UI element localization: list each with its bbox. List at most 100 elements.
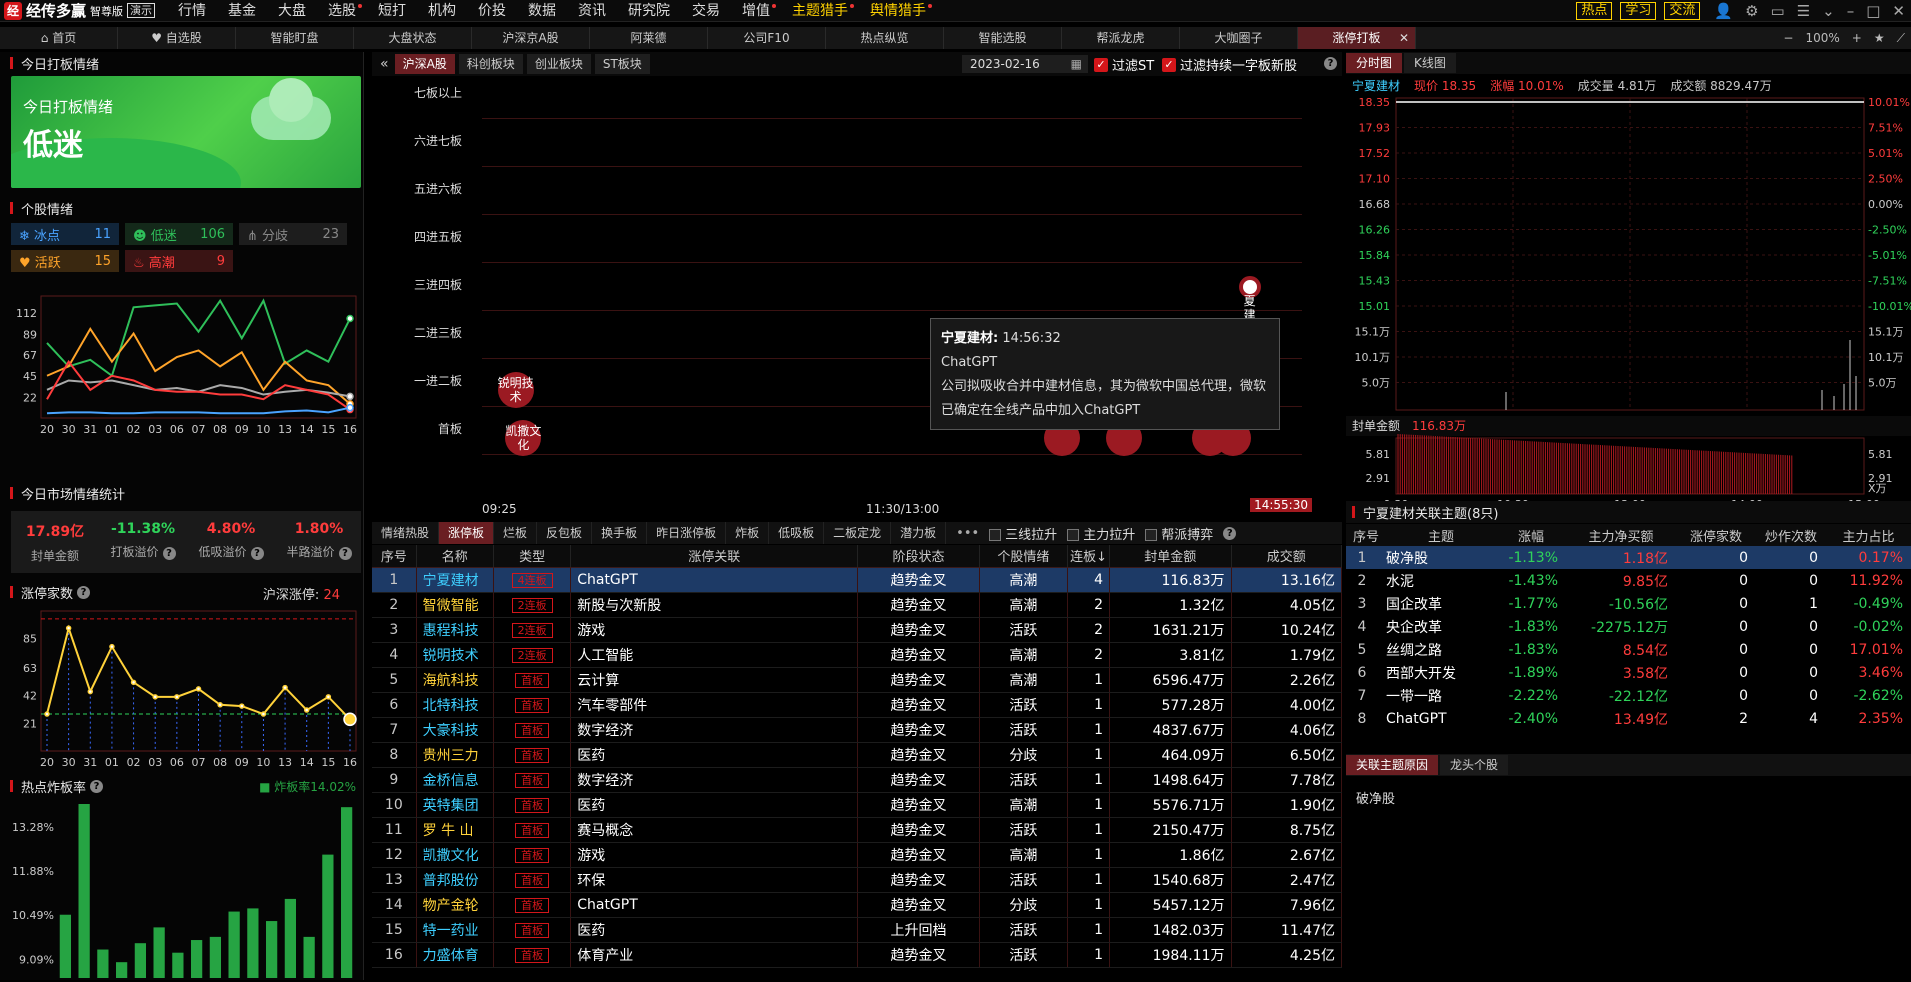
tab-gang-dragon[interactable]: 帮派龙虎 bbox=[1062, 27, 1180, 49]
maximize-icon[interactable]: □ bbox=[1866, 2, 1880, 20]
minus-icon[interactable]: − bbox=[1783, 31, 1793, 45]
menu-item-10[interactable]: 交易 bbox=[681, 0, 731, 22]
related-row[interactable]: 5 丝绸之路 -1.83% 8.54亿 0 0 17.01% bbox=[1346, 638, 1911, 661]
related-column-header[interactable]: 主题 bbox=[1386, 524, 1496, 546]
tab-st[interactable]: ST板块 bbox=[594, 54, 650, 74]
column-header[interactable]: 阶段状态 bbox=[857, 545, 980, 568]
tab-broken-board[interactable]: 炸板 bbox=[726, 522, 770, 544]
pin-icon[interactable]: ⟋ bbox=[1897, 31, 1905, 46]
help-icon[interactable]: ? bbox=[90, 779, 104, 793]
related-row[interactable]: 2 水泥 -1.43% 9.85亿 0 0 11.92% bbox=[1346, 569, 1911, 592]
menu-item-6[interactable]: 价投 bbox=[467, 0, 517, 22]
tab-watchlist[interactable]: ♥ 自选股 bbox=[118, 27, 236, 49]
exchange-button[interactable]: 交流 bbox=[1664, 2, 1701, 20]
help-icon[interactable]: ? bbox=[77, 585, 91, 599]
table-row[interactable]: 6 北特科技 首板 汽车零部件 趋势金叉 活跃 1 577.28万 4.00亿 bbox=[372, 692, 1342, 718]
tab-hs-a[interactable]: 沪深A股 bbox=[394, 54, 455, 74]
menu-item-1[interactable]: 基金 bbox=[217, 0, 267, 22]
tab-a-shares[interactable]: 沪深京A股 bbox=[472, 27, 590, 49]
related-column-header[interactable]: 主力净买额 bbox=[1566, 524, 1676, 546]
filter-new-checkbox[interactable]: ✓ 过滤持续一字板新股 bbox=[1162, 55, 1297, 74]
plus-icon[interactable]: + bbox=[1852, 31, 1862, 45]
column-header[interactable]: 类型 bbox=[493, 545, 572, 568]
tab-rotten-board[interactable]: 烂板 bbox=[494, 522, 538, 544]
ladder-bubble[interactable]: 宁夏建材 bbox=[1238, 276, 1261, 336]
tab-potential-board[interactable]: 潜力板 bbox=[891, 522, 947, 544]
menu-item-3[interactable]: 选股 bbox=[317, 0, 367, 22]
table-row[interactable]: 2 智微智能 2连板 新股与次新股 趋势金叉 高潮 2 1.32亿 4.05亿 bbox=[372, 592, 1342, 618]
tab-hot-overview[interactable]: 热点纵览 bbox=[826, 27, 944, 49]
related-row[interactable]: 7 一带一路 -2.22% -22.12亿 0 0 -2.62% bbox=[1346, 684, 1911, 707]
gear-icon[interactable]: ⚙ bbox=[1745, 2, 1758, 20]
user-icon[interactable]: 👤 bbox=[1714, 2, 1733, 20]
window-icon[interactable]: ▭ bbox=[1771, 2, 1785, 20]
column-header[interactable]: 成交额 bbox=[1231, 545, 1342, 568]
ladder-bubble[interactable]: 凯撒文化 bbox=[505, 420, 541, 456]
table-row[interactable]: 5 海航科技 首板 云计算 趋势金叉 高潮 1 6596.47万 2.26亿 bbox=[372, 667, 1342, 693]
table-row[interactable]: 1 宁夏建材 4连板 ChatGPT 趋势金叉 高潮 4 116.83万 13.16亿 bbox=[372, 567, 1342, 593]
related-row[interactable]: 1 破净股 -1.13% 1.18亿 0 0 0.17% bbox=[1346, 546, 1911, 569]
column-header[interactable]: 涨停关联 bbox=[570, 545, 859, 568]
mood-divergent[interactable]: ⋔ 分歧 23 bbox=[239, 223, 347, 245]
tab-rebound-board[interactable]: 反包板 bbox=[537, 522, 593, 544]
related-column-header[interactable]: 炒作次数 bbox=[1756, 524, 1826, 546]
help-icon[interactable]: ? bbox=[1223, 526, 1237, 540]
table-row[interactable]: 16 力盛体育 首板 体育产业 趋势金叉 活跃 1 1984.11万 4.25亿 bbox=[372, 942, 1342, 968]
table-row[interactable]: 8 贵州三力 首板 医药 趋势金叉 分歧 1 464.09万 6.50亿 bbox=[372, 742, 1342, 768]
table-row[interactable]: 4 锐明技术 2连板 人工智能 趋势金叉 高潮 2 3.81亿 1.79亿 bbox=[372, 642, 1342, 668]
column-header[interactable]: 序号 bbox=[372, 545, 417, 568]
tab-stock[interactable]: 阿莱德 bbox=[590, 27, 708, 49]
menu-item-13[interactable]: 舆情猎手 bbox=[859, 0, 937, 22]
menu-item-11[interactable]: 增值 bbox=[731, 0, 781, 22]
close-icon[interactable]: ✕ bbox=[1892, 2, 1905, 20]
app-logo[interactable]: 经 经传多赢 智尊版 演示 bbox=[0, 0, 156, 22]
menu-item-0[interactable]: 行情 bbox=[167, 0, 217, 22]
learn-button[interactable]: 学习 bbox=[1620, 2, 1657, 20]
column-header[interactable]: 个股情绪 bbox=[979, 545, 1069, 568]
tab-intraday[interactable]: 分时图 bbox=[1346, 53, 1403, 73]
mood-ice[interactable]: ❄ 冰点 11 bbox=[11, 223, 119, 245]
star-icon[interactable]: ★ bbox=[1874, 31, 1885, 45]
menu-item-12[interactable]: 主题猎手 bbox=[781, 0, 859, 22]
table-row[interactable]: 7 大豪科技 首板 数字经济 趋势金叉 活跃 1 4837.67万 4.06亿 bbox=[372, 717, 1342, 743]
ladder-bubble[interactable]: 锐明技术 bbox=[497, 372, 534, 408]
help-icon[interactable]: ? bbox=[162, 547, 176, 560]
table-row[interactable]: 10 英特集团 首板 医药 趋势金叉 高潮 1 5576.71万 1.90亿 bbox=[372, 792, 1342, 818]
related-column-header[interactable]: 涨停家数 bbox=[1676, 524, 1756, 546]
check-three-line[interactable]: 三线拉升 bbox=[989, 524, 1057, 543]
check-main-force[interactable]: 主力拉升 bbox=[1067, 524, 1135, 543]
tab-mood-hot[interactable]: 情绪热股 bbox=[372, 522, 440, 544]
menu-item-9[interactable]: 研究院 bbox=[617, 0, 681, 22]
table-row[interactable]: 3 惠程科技 2连板 游戏 趋势金叉 活跃 2 1631.21万 10.24亿 bbox=[372, 617, 1342, 643]
menu-item-7[interactable]: 数据 bbox=[517, 0, 567, 22]
tab-yesterday-board[interactable]: 昨日涨停板 bbox=[647, 522, 727, 544]
menu-item-4[interactable]: 短打 bbox=[367, 0, 417, 22]
tab-limit-up[interactable]: 涨停打板 ✕ bbox=[1298, 27, 1416, 49]
related-row[interactable]: 8 ChatGPT -2.40% 13.49亿 2 4 2.35% bbox=[1346, 707, 1911, 730]
close-icon[interactable]: ✕ bbox=[1399, 27, 1409, 49]
table-row[interactable]: 11 罗 牛 山首板 赛马概念 趋势金叉 活跃 1 2150.47万 8.75亿 bbox=[372, 817, 1342, 843]
table-row[interactable]: 9 金桥信息 首板 数字经济 趋势金叉 活跃 1 1498.64万 7.78亿 bbox=[372, 767, 1342, 793]
tab-kline[interactable]: K线图 bbox=[1404, 53, 1456, 73]
related-row[interactable]: 3 国企改革 -1.77% -10.56亿 0 1 -0.49% bbox=[1346, 592, 1911, 615]
minimize-icon[interactable]: – bbox=[1847, 2, 1855, 20]
related-column-header[interactable]: 主力占比 bbox=[1826, 524, 1911, 546]
hot-button[interactable]: 热点 bbox=[1576, 2, 1613, 20]
more-icon[interactable]: ••• bbox=[956, 526, 979, 541]
tab-star[interactable]: 科创板块 bbox=[458, 54, 523, 74]
mood-low[interactable]: ☻ 低迷 106 bbox=[125, 223, 233, 245]
date-picker[interactable]: 2023-02-16 ▦ bbox=[962, 55, 1088, 73]
menu-item-5[interactable]: 机构 bbox=[417, 0, 467, 22]
mood-active[interactable]: ♥ 活跃 15 bbox=[11, 250, 119, 272]
tab-home[interactable]: ⌂ 首页 bbox=[0, 27, 118, 49]
related-column-header[interactable]: 涨幅 bbox=[1496, 524, 1566, 546]
menu-item-2[interactable]: 大盘 bbox=[267, 0, 317, 22]
related-row[interactable]: 6 西部大开发 -1.89% 3.58亿 0 0 3.46% bbox=[1346, 661, 1911, 684]
collapse-left-icon[interactable]: « bbox=[380, 56, 389, 72]
tab-experts[interactable]: 大咖圈子 bbox=[1180, 27, 1298, 49]
tab-dip-board[interactable]: 低吸板 bbox=[769, 522, 825, 544]
tab-reason[interactable]: 关联主题原因 bbox=[1346, 755, 1439, 775]
tab-f10[interactable]: 公司F10 bbox=[708, 27, 826, 49]
tab-smart-monitor[interactable]: 智能盯盘 bbox=[236, 27, 354, 49]
tab-leaders[interactable]: 龙头个股 bbox=[1440, 755, 1509, 775]
